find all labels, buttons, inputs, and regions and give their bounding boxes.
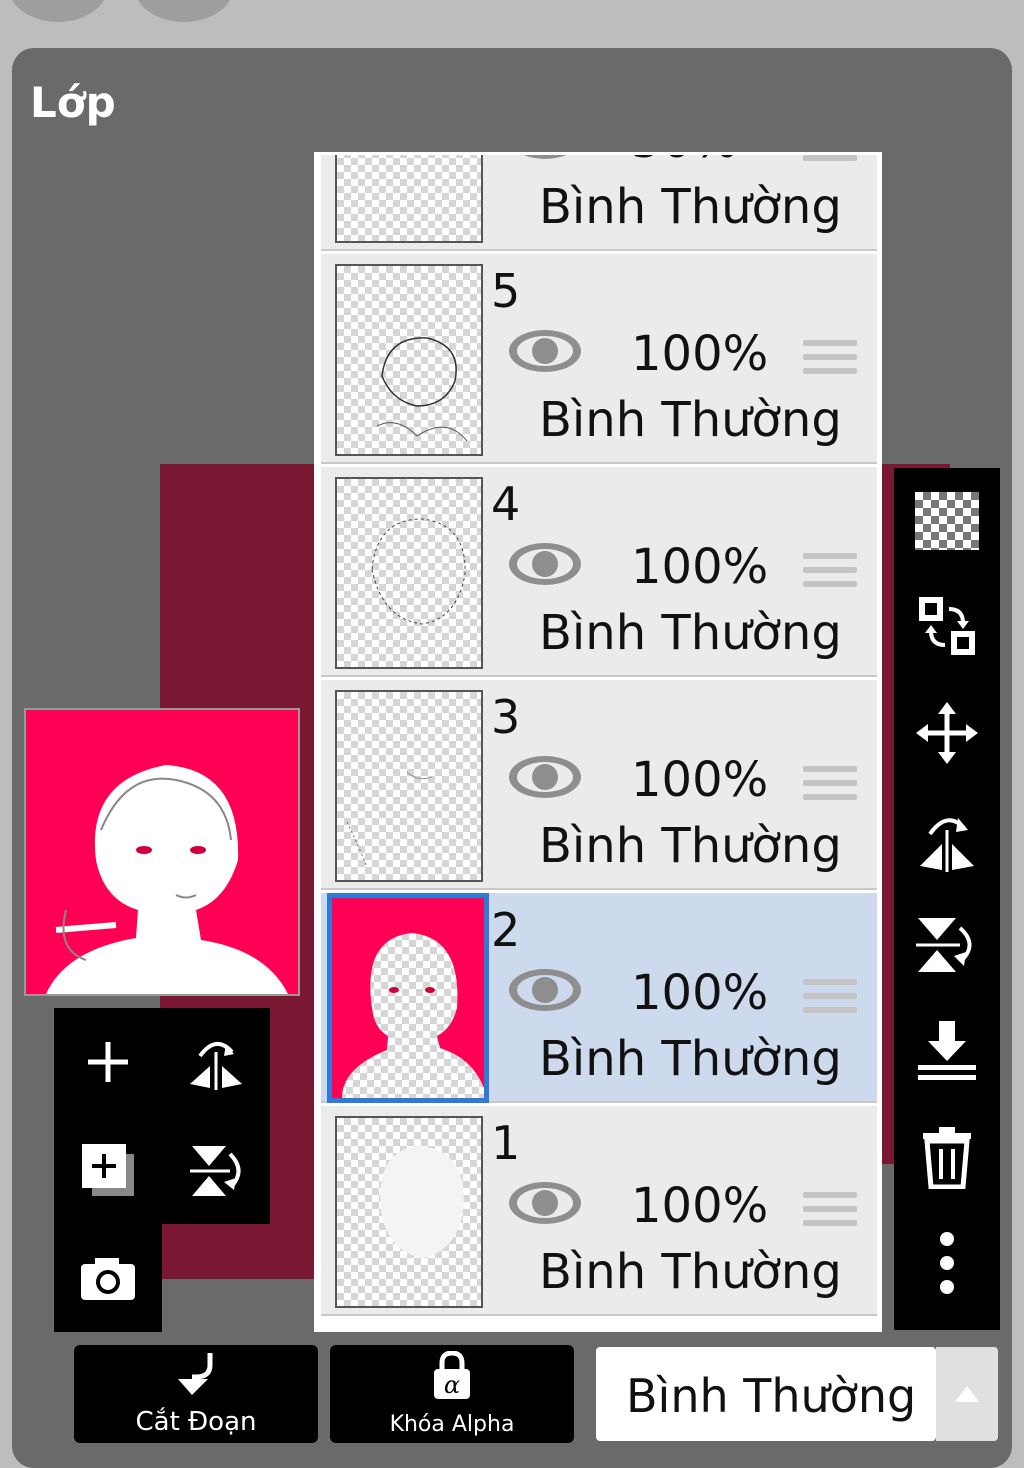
layer-thumbnail [335,155,483,243]
layer-blend-mode: Bình Thường [539,605,842,661]
visibility-eye-icon[interactable] [507,541,583,587]
layer-opacity: 100% [631,539,769,595]
layer-opacity: 100% [631,1178,769,1234]
layer-thumbnail [335,264,483,456]
clip-button[interactable]: Cắt Đoạn [74,1345,318,1443]
line-art-sketch [376,337,468,442]
clip-arrow-icon [178,1353,213,1395]
blend-mode-dropdown-button[interactable] [936,1347,998,1441]
layer-row[interactable]: 1 100% Bình Thường [321,1106,877,1316]
layer-opacity: 50% [631,155,738,169]
panel-title: Lớp [30,78,116,127]
drag-handle-icon[interactable] [803,340,857,382]
visibility-eye-icon[interactable] [507,328,583,374]
layer-row[interactable]: 4 100% Bình Thường [321,467,877,677]
layer-row[interactable]: 3 100% Bình Thường [321,680,877,890]
white-silhouette [380,1146,464,1258]
layer-thumbnail [335,1116,483,1308]
svg-text:α: α [444,1371,460,1399]
flip-vertical-button[interactable] [894,892,1000,998]
flip-horizontal-icon [190,1042,242,1090]
blend-mode-value: Bình Thường [626,1369,917,1423]
pink-fill-thumbnail [332,898,484,1098]
transparency-icon [915,492,979,550]
alpha-lock-button[interactable]: α Khóa Alpha [330,1345,574,1443]
layer-list[interactable]: 6 50% Bình Thường 5 100% Bình Thường 4 1… [314,152,882,1332]
left-toolbar-camera [54,1224,162,1332]
layer-number: 5 [491,264,521,318]
layer-blend-mode: Bình Thường [539,1244,842,1300]
layer-thumbnail [335,690,483,882]
copy-layer-button[interactable] [54,1116,162,1224]
layer-opacity: 100% [631,752,769,808]
move-button[interactable] [894,680,1000,786]
line-art-sketch [346,771,433,868]
layer-opacity: 100% [631,326,769,382]
trash-icon [923,1127,971,1189]
flip-horizontal-button[interactable] [894,786,1000,892]
visibility-eye-icon[interactable] [507,754,583,800]
visibility-eye-icon[interactable] [507,152,583,161]
transparency-button[interactable] [894,468,1000,574]
move-icon [916,702,978,764]
triangle-up-icon [955,1386,979,1402]
alpha-lock-label: Khóa Alpha [389,1412,515,1437]
add-layer-button[interactable] [54,1008,162,1116]
layer-thumbnail [335,477,483,669]
layer-blend-mode: Bình Thường [539,818,842,874]
drag-handle-icon[interactable] [803,553,857,595]
blend-mode-select[interactable]: Bình Thường [596,1347,936,1441]
layer-blend-mode: Bình Thường [539,1031,842,1087]
delete-layer-button[interactable] [894,1104,1000,1210]
layer-blend-mode: Bình Thường [539,392,842,448]
bottom-bar: Cắt Đoạn α Khóa Alpha Bình Thường [12,1333,1012,1468]
flip-vertical-icon [916,918,972,972]
drag-handle-icon[interactable] [803,155,857,169]
add-copy-layer-icon [82,1144,134,1196]
drag-handle-icon[interactable] [803,979,857,1021]
clip-label: Cắt Đoạn [135,1407,257,1437]
drag-handle-icon[interactable] [803,1192,857,1234]
layer-thumbnail [327,893,489,1103]
flip-vertical-icon [190,1146,241,1196]
layer-row[interactable]: 6 50% Bình Thường [321,152,877,251]
add-layer-icon [88,1042,128,1082]
character-illustration [26,710,298,994]
right-toolbar [894,468,1000,1330]
drag-handle-icon[interactable] [803,766,857,808]
visibility-eye-icon[interactable] [507,1180,583,1226]
canvas-preview [24,708,300,996]
top-button-2[interactable] [134,0,234,22]
layer-panel: Lớp Bình Thường 5 100% Bình Thường 4 100… [12,48,1012,1468]
line-art-sketch [371,518,466,625]
merge-down-icon [918,1021,976,1080]
camera-icon [81,1258,135,1300]
swap-icon [919,597,975,655]
layer-row-selected[interactable]: 2 100% Bình Thường [321,893,877,1103]
layer-number: 3 [491,690,521,744]
layer-blend-mode: Bình Thường [539,179,842,235]
layer-number: 2 [491,903,521,957]
layer-number: 1 [491,1116,521,1170]
camera-button[interactable] [54,1224,162,1332]
layer-number: 4 [491,477,521,531]
flip-horizontal-icon [920,818,974,872]
layer-row[interactable]: 5 100% Bình Thường [321,254,877,464]
swap-button[interactable] [894,574,1000,680]
flip-vertical-button[interactable] [162,1116,270,1224]
more-icon [940,1232,954,1294]
top-button-1[interactable] [8,0,108,22]
lock-icon: α [434,1350,470,1399]
more-options-button[interactable] [894,1210,1000,1316]
layer-opacity: 100% [631,965,769,1021]
merge-down-button[interactable] [894,998,1000,1104]
visibility-eye-icon[interactable] [507,967,583,1013]
flip-horizontal-button[interactable] [162,1008,270,1116]
left-toolbar [54,1008,270,1224]
